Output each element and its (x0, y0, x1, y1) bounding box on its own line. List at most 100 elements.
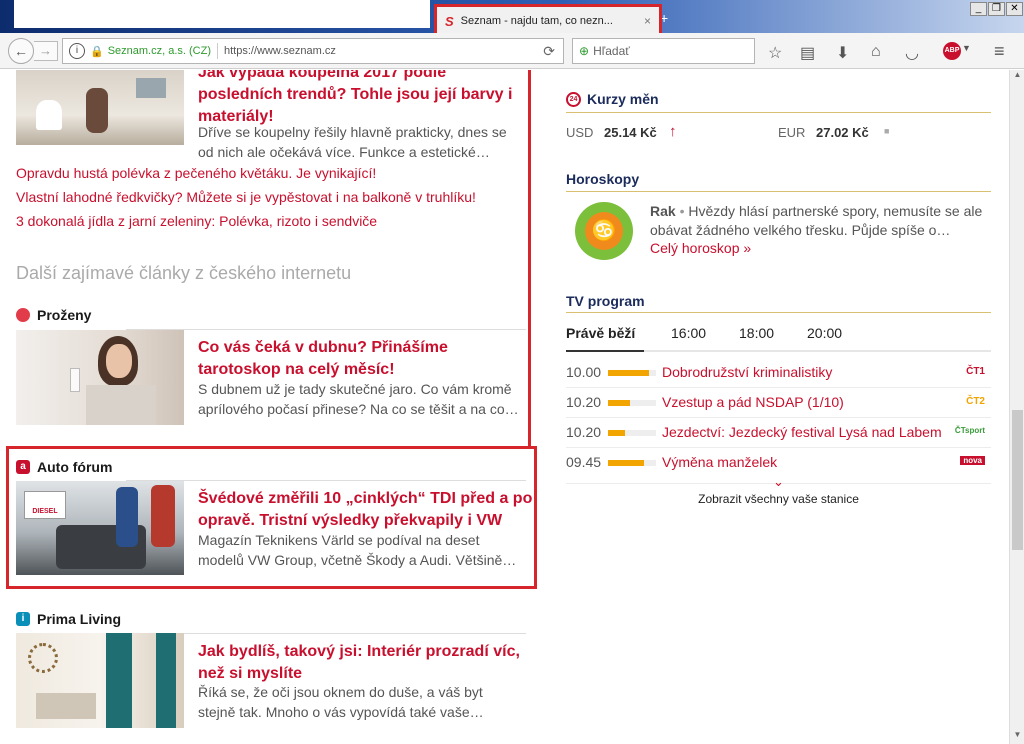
lock-icon[interactable]: 🔒 (90, 45, 104, 58)
ct-sport-logo-icon[interactable]: ČTsport (955, 426, 985, 435)
tv-row[interactable]: 09.45 Výměna manželek nova (566, 452, 991, 474)
rates-title[interactable]: 24 Kurzy měn (566, 91, 659, 107)
adblock-dropdown-icon[interactable]: ▼ (962, 43, 971, 53)
tv-show-link[interactable]: Vzestup a pád NSDAP (1/10) (662, 394, 844, 410)
url-text[interactable]: https://www.seznam.cz (224, 45, 543, 57)
horoscope-text-block: Rak • Hvězdy hlásí partnerské spory, nem… (650, 202, 990, 240)
car-mechanics-thumbnail[interactable]: DIESEL (16, 481, 184, 575)
tv-row-divider (566, 387, 991, 388)
tv-time: 09.45 (566, 454, 602, 470)
chevron-down-icon[interactable]: ⌄ (773, 474, 784, 490)
bookmark-star-icon[interactable]: ☆ (768, 43, 782, 63)
ct1-logo-icon[interactable]: ČT1 (966, 366, 985, 377)
tv-row[interactable]: 10.00 Dobrodružství kriminalistiky ČT1 (566, 362, 991, 384)
article-headline-tdi[interactable]: Švédové změřili 10 „cinklých“ TDI před a… (198, 488, 534, 532)
cancer-zodiac-icon[interactable]: ♋ (575, 202, 633, 260)
page-content: Jak vypadá koupelna 2017 podle posledníc… (0, 70, 1009, 744)
section-title-prozeny[interactable]: Proženy (16, 307, 91, 323)
seznam-favicon-icon: S (445, 13, 454, 29)
info-icon[interactable]: i (69, 43, 85, 59)
minimize-button[interactable]: _ (970, 2, 987, 16)
section-title-prima-living[interactable]: i Prima Living (16, 611, 121, 627)
scroll-up-arrow-icon[interactable]: ▲ (1010, 70, 1024, 84)
scroll-down-arrow-icon[interactable]: ▼ (1010, 730, 1024, 744)
horoscope-sign[interactable]: Rak (650, 203, 676, 219)
mechanic-shape (116, 487, 138, 547)
tv-row[interactable]: 10.20 Jezdectví: Jezdecký festival Lysá … (566, 422, 991, 444)
forward-arrow-icon[interactable]: → (34, 41, 58, 61)
site-identity[interactable]: Seznam.cz, a.s. (CZ) (108, 45, 211, 57)
adblock-plus-icon[interactable]: ABP (943, 42, 961, 60)
highlight-frame-edge (528, 70, 531, 240)
reading-list-icon[interactable]: ▤ (800, 43, 815, 63)
article-perex-interior: Říká se, že oči jsou oknem do duše, a vá… (198, 684, 484, 720)
article-link-3[interactable]: 3 dokonalá jídla z jarní zeleniny: Polév… (16, 213, 377, 229)
bathroom-thumbnail[interactable] (16, 70, 184, 145)
show-all-stations-link[interactable]: Zobrazit všechny vaše stanice (566, 492, 991, 506)
ct2-logo-icon[interactable]: ČT2 (966, 396, 985, 407)
tv-row-divider (566, 447, 991, 448)
tv-time: 10.20 (566, 424, 602, 440)
tv-tab-1800[interactable]: 18:00 (739, 325, 774, 341)
tv-progress-fill (608, 370, 649, 376)
person-shape (86, 88, 108, 133)
section-name-prima-living[interactable]: Prima Living (37, 611, 121, 627)
shirt-shape (86, 385, 156, 425)
article-perex-bathroom: Dříve se koupelny řešily hlavně praktick… (198, 124, 507, 160)
article-headline-interior[interactable]: Jak bydlíš, takový jsi: Interiér prozrad… (198, 641, 528, 685)
horoscope-title[interactable]: Horoskopy (566, 171, 639, 187)
tv-tab-2000[interactable]: 20:00 (807, 325, 842, 341)
cabinet-shape (136, 78, 166, 98)
tv-progress-fill (608, 430, 625, 436)
close-window-button[interactable]: ✕ (1006, 2, 1023, 16)
tv-time: 10.00 (566, 364, 602, 380)
section-name-auto-forum[interactable]: Auto fórum (37, 459, 112, 475)
mechanic-shape-2 (151, 485, 175, 547)
search-box[interactable]: ⊕ Hľadať (572, 38, 755, 64)
article-link-1[interactable]: Opravdu hustá polévka z pečeného květáku… (16, 165, 376, 181)
back-arrow-icon[interactable]: ← (8, 38, 34, 64)
horoscope-text: Hvězdy hlásí partnerské spory, nemusíte … (650, 203, 983, 238)
nova-logo-icon[interactable]: nova (960, 456, 985, 465)
tv-progress-bar (608, 370, 656, 376)
tv-progress-bar (608, 460, 656, 466)
download-icon[interactable]: ⬇ (836, 43, 849, 63)
more-articles-title: Další zajímavé články z českého internet… (16, 263, 352, 283)
maximize-button[interactable]: ❐ (988, 2, 1005, 16)
address-bar[interactable]: i 🔒 Seznam.cz, a.s. (CZ) https://www.sez… (62, 38, 564, 64)
tv-show-link[interactable]: Dobrodružství kriminalistiky (662, 364, 832, 380)
tv-program-title[interactable]: TV program (566, 293, 645, 309)
horoscope-more-link[interactable]: Celý horoskop » (650, 240, 751, 256)
article-perex-tdi: Magazín Teknikens Värld se podíval na de… (198, 532, 517, 568)
menu-hamburger-icon[interactable]: ≡ (994, 41, 1005, 62)
tv-tab-now[interactable]: Právě běží (566, 325, 635, 341)
article-perex-tarot: S dubnem už je tady skutečné jaro. Co vá… (198, 381, 519, 417)
home-icon[interactable]: ⌂ (871, 43, 881, 61)
rates-title-text[interactable]: Kurzy měn (587, 91, 659, 107)
rates-divider (566, 112, 991, 113)
tv-row[interactable]: 10.20 Vzestup a pád NSDAP (1/10) ČT2 (566, 392, 991, 414)
scrollbar-thumb[interactable] (1012, 410, 1023, 550)
tarot-woman-thumbnail[interactable] (16, 330, 184, 425)
reload-icon[interactable]: ⟳ (543, 43, 555, 60)
pocket-icon[interactable]: ◡ (905, 43, 919, 63)
vertical-scrollbar[interactable]: ▲ ▼ (1009, 70, 1024, 744)
tab-close-icon[interactable]: × (644, 14, 651, 28)
tv-tab-1600[interactable]: 16:00 (671, 325, 706, 341)
section-divider (126, 329, 526, 330)
search-input[interactable]: Hľadať (593, 44, 630, 58)
navigation-toolbar: ← → i 🔒 Seznam.cz, a.s. (CZ) https://www… (0, 33, 1024, 69)
article-headline-tarot[interactable]: Co vás čeká v dubnu? Přinášíme tarotosko… (198, 337, 508, 381)
interior-thumbnail[interactable] (16, 633, 184, 728)
article-link-2[interactable]: Vlastní lahodné ředkvičky? Můžete si je … (16, 189, 476, 205)
article-headline-bathroom[interactable]: Jak vypadá koupelna 2017 podle posledníc… (198, 70, 518, 128)
info-square-icon: i (16, 612, 30, 626)
rate-value-eur: 27.02 Kč (816, 125, 869, 140)
tv-show-link[interactable]: Výměna manželek (662, 454, 777, 470)
tv-show-link[interactable]: Jezdectví: Jezdecký festival Lysá nad La… (662, 424, 942, 440)
flower-icon (16, 308, 30, 322)
curtain-shape (106, 633, 132, 728)
trend-flat-icon: ■ (884, 126, 890, 136)
section-name-prozeny[interactable]: Proženy (37, 307, 91, 323)
section-title-auto-forum[interactable]: a Auto fórum (16, 459, 112, 475)
